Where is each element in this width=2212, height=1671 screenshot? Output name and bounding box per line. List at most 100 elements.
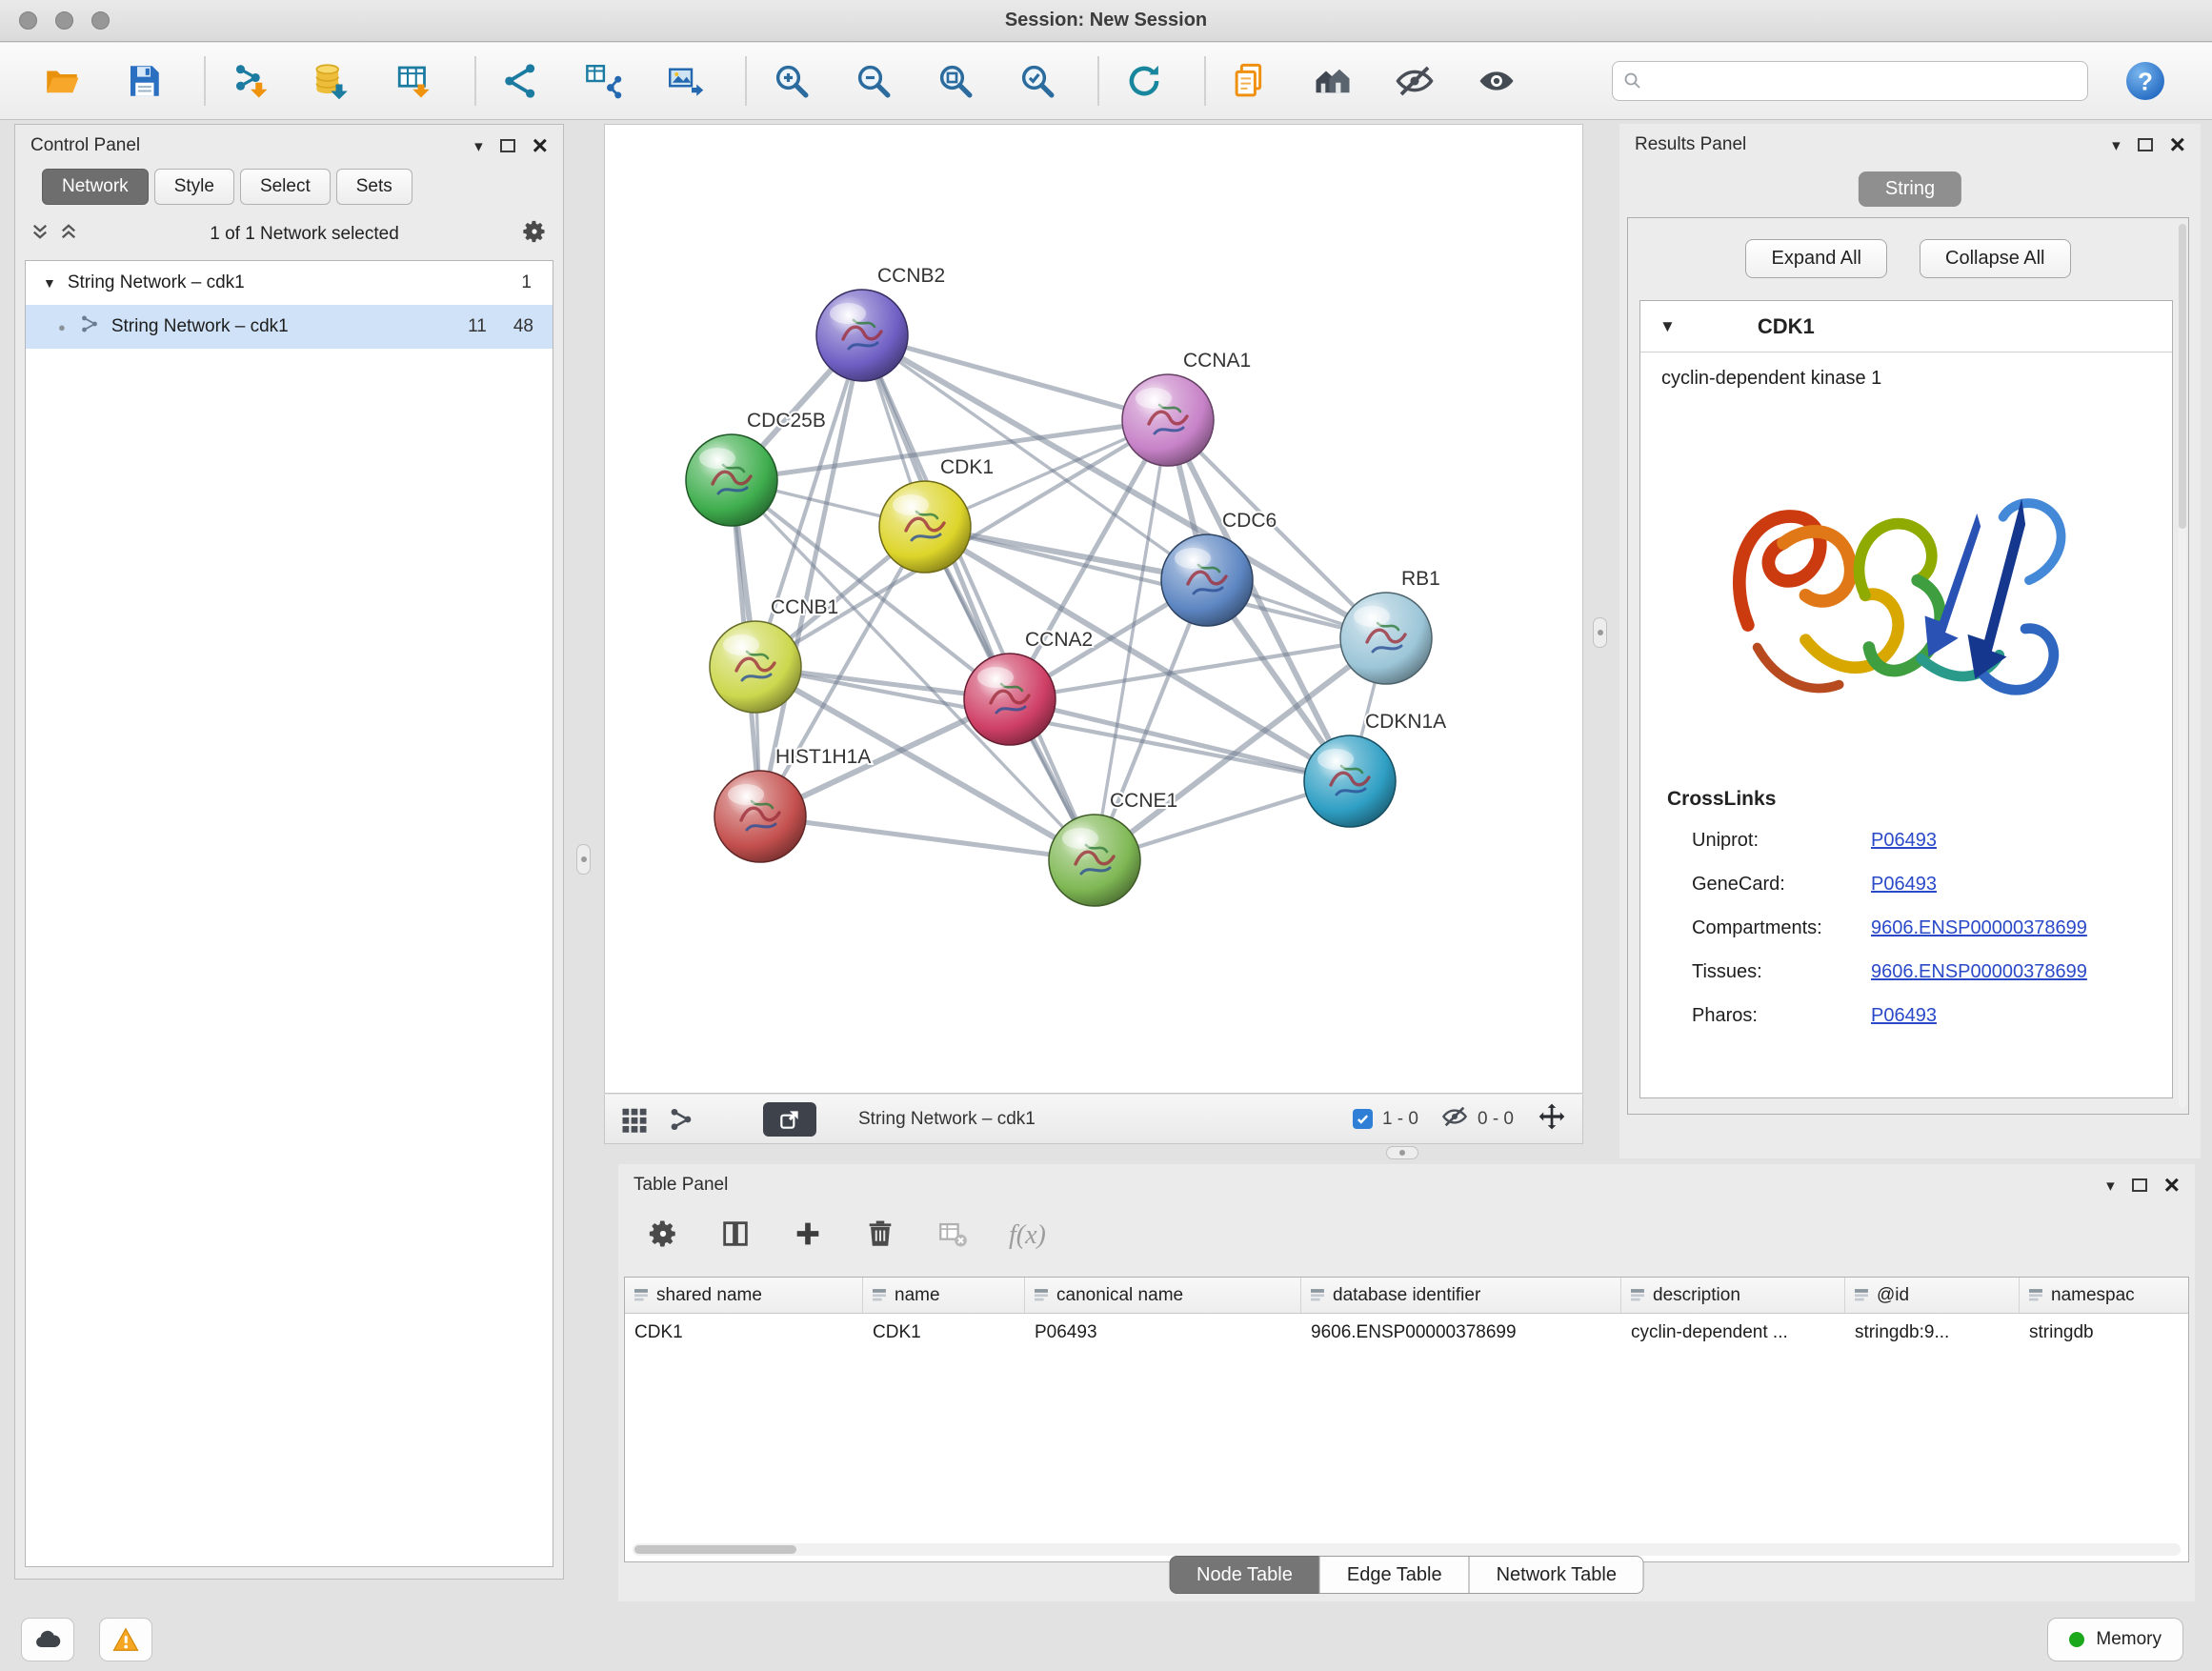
show-hidden-button[interactable] bbox=[1469, 53, 1524, 109]
table-panel-close-icon[interactable]: × bbox=[2164, 1172, 2180, 1198]
network-edge[interactable] bbox=[760, 335, 862, 816]
cloud-status-button[interactable] bbox=[21, 1618, 74, 1661]
network-node-CCNE1[interactable] bbox=[1049, 815, 1140, 906]
zoom-in-button[interactable] bbox=[764, 53, 819, 109]
tab-node-table[interactable]: Node Table bbox=[1169, 1556, 1320, 1594]
first-neighbors-button[interactable] bbox=[493, 53, 549, 109]
delete-column-icon[interactable] bbox=[864, 1218, 896, 1255]
network-edge[interactable] bbox=[862, 335, 1168, 420]
tab-select[interactable]: Select bbox=[240, 169, 331, 205]
open-session-button[interactable] bbox=[34, 53, 90, 109]
apply-layout-button[interactable] bbox=[1116, 53, 1172, 109]
collapse-all-networks-icon[interactable] bbox=[30, 222, 50, 246]
tab-edge-table[interactable]: Edge Table bbox=[1319, 1556, 1470, 1594]
cell-id[interactable]: stringdb:9... bbox=[1845, 1314, 2020, 1352]
close-window-button[interactable] bbox=[19, 11, 37, 30]
save-session-button[interactable] bbox=[116, 53, 171, 109]
new-network-from-selection-button[interactable] bbox=[575, 53, 631, 109]
network-node-HIST1H1A[interactable] bbox=[714, 771, 806, 862]
tab-style[interactable]: Style bbox=[154, 169, 234, 205]
results-panel-collapse-icon[interactable]: ▾ bbox=[2112, 137, 2121, 153]
network-node-CDC6[interactable] bbox=[1161, 534, 1253, 626]
import-table-button[interactable] bbox=[387, 53, 442, 109]
network-options-gear-icon[interactable] bbox=[521, 218, 548, 250]
fit-content-button[interactable] bbox=[928, 53, 983, 109]
zoom-window-button[interactable] bbox=[91, 11, 110, 30]
network-node-CCNB2[interactable] bbox=[816, 290, 908, 381]
network-node-CDKN1A[interactable] bbox=[1304, 735, 1396, 827]
network-collection-row[interactable]: ▼ String Network – cdk1 1 bbox=[26, 261, 553, 305]
cell-name[interactable]: CDK1 bbox=[863, 1314, 1025, 1352]
control-panel-float-icon[interactable] bbox=[500, 139, 515, 152]
column-header-database-identifier[interactable]: database identifier bbox=[1301, 1278, 1621, 1313]
add-column-icon[interactable] bbox=[792, 1218, 824, 1255]
hide-selected-button[interactable] bbox=[1387, 53, 1442, 109]
cell-namespace[interactable]: stringdb bbox=[2020, 1314, 2188, 1352]
column-header-shared-name[interactable]: shared name bbox=[625, 1278, 863, 1313]
results-scrollbar-thumb[interactable] bbox=[2179, 224, 2186, 529]
crosslink-genecard-link[interactable]: P06493 bbox=[1871, 874, 1937, 896]
table-scrollbar-thumb[interactable] bbox=[634, 1545, 796, 1554]
cell-description[interactable]: cyclin-dependent ... bbox=[1621, 1314, 1845, 1352]
detach-view-button[interactable] bbox=[763, 1102, 816, 1137]
hidden-eye-slash-icon[interactable] bbox=[1441, 1103, 1468, 1135]
selected-checkbox-icon[interactable] bbox=[1353, 1109, 1373, 1129]
expand-all-button[interactable]: Expand All bbox=[1745, 239, 1887, 278]
show-columns-icon[interactable] bbox=[719, 1218, 752, 1255]
import-network-file-button[interactable] bbox=[223, 53, 278, 109]
table-horizontal-scrollbar[interactable] bbox=[633, 1543, 2181, 1556]
search-input[interactable] bbox=[1612, 61, 2088, 101]
network-node-CCNA2[interactable] bbox=[964, 654, 1056, 745]
export-image-button[interactable] bbox=[657, 53, 713, 109]
results-scrollbar[interactable] bbox=[2179, 224, 2186, 1108]
crosslink-pharos-link[interactable]: P06493 bbox=[1871, 1005, 1937, 1027]
network-row-selected[interactable]: ● String Network – cdk1 11 48 bbox=[26, 305, 553, 349]
crosslink-tissues-link[interactable]: 9606.ENSP00000378699 bbox=[1871, 961, 2087, 983]
cell-shared-name[interactable]: CDK1 bbox=[625, 1314, 863, 1352]
right-splitter-handle[interactable] bbox=[1593, 617, 1607, 648]
network-overview-button[interactable] bbox=[668, 1106, 694, 1133]
minimize-window-button[interactable] bbox=[55, 11, 73, 30]
control-panel-collapse-icon[interactable]: ▾ bbox=[474, 138, 483, 154]
table-options-gear-icon[interactable] bbox=[647, 1218, 679, 1255]
protein-expand-icon[interactable]: ▼ bbox=[1659, 318, 1676, 334]
column-header-namespace[interactable]: namespac bbox=[2020, 1278, 2188, 1313]
cell-database-identifier[interactable]: 9606.ENSP00000378699 bbox=[1301, 1314, 1621, 1352]
pan-mode-icon[interactable] bbox=[1537, 1101, 1567, 1137]
tab-network[interactable]: Network bbox=[42, 169, 149, 205]
zoom-selected-button[interactable] bbox=[1010, 53, 1065, 109]
memory-button[interactable]: Memory bbox=[2047, 1618, 2183, 1661]
zoom-out-button[interactable] bbox=[846, 53, 901, 109]
cell-canonical-name[interactable]: P06493 bbox=[1025, 1314, 1301, 1352]
network-canvas[interactable]: CCNB2CCNA1CDC25BCDK1CDC6RB1CCNB1CCNA2CDK… bbox=[604, 124, 1583, 1094]
table-panel-collapse-icon[interactable]: ▾ bbox=[2106, 1178, 2115, 1194]
warnings-button[interactable] bbox=[99, 1618, 152, 1661]
tree-expand-icon[interactable]: ▼ bbox=[43, 276, 56, 290]
network-node-CDK1[interactable] bbox=[879, 481, 971, 573]
help-button[interactable]: ? bbox=[2122, 58, 2168, 104]
tab-network-table[interactable]: Network Table bbox=[1469, 1556, 1644, 1594]
column-header-id[interactable]: @id bbox=[1845, 1278, 2020, 1313]
tab-string[interactable]: String bbox=[1859, 171, 1961, 207]
birdseye-view-button[interactable] bbox=[620, 1105, 649, 1134]
show-all-views-button[interactable] bbox=[1305, 53, 1360, 109]
import-network-database-button[interactable] bbox=[305, 53, 360, 109]
network-node-CDC25B[interactable] bbox=[686, 434, 777, 526]
results-panel-close-icon[interactable]: × bbox=[2170, 131, 2185, 158]
network-edge[interactable] bbox=[760, 816, 1095, 860]
protein-card-header[interactable]: ▼ CDK1 bbox=[1640, 301, 2172, 352]
network-node-RB1[interactable] bbox=[1340, 593, 1432, 684]
control-panel-close-icon[interactable]: × bbox=[533, 132, 548, 159]
column-header-description[interactable]: description bbox=[1621, 1278, 1845, 1313]
table-panel-float-icon[interactable] bbox=[2132, 1178, 2147, 1192]
results-panel-float-icon[interactable] bbox=[2138, 138, 2153, 151]
network-edge[interactable] bbox=[862, 335, 1095, 860]
collapse-all-button[interactable]: Collapse All bbox=[1920, 239, 2071, 278]
crosslink-compartments-link[interactable]: 9606.ENSP00000378699 bbox=[1871, 917, 2087, 939]
expand-all-networks-icon[interactable] bbox=[59, 222, 78, 246]
tab-sets[interactable]: Sets bbox=[336, 169, 412, 205]
network-node-CCNB1[interactable] bbox=[710, 621, 801, 713]
duplicate-document-button[interactable] bbox=[1223, 53, 1278, 109]
column-header-canonical-name[interactable]: canonical name bbox=[1025, 1278, 1301, 1313]
crosslink-uniprot-link[interactable]: P06493 bbox=[1871, 830, 1937, 852]
